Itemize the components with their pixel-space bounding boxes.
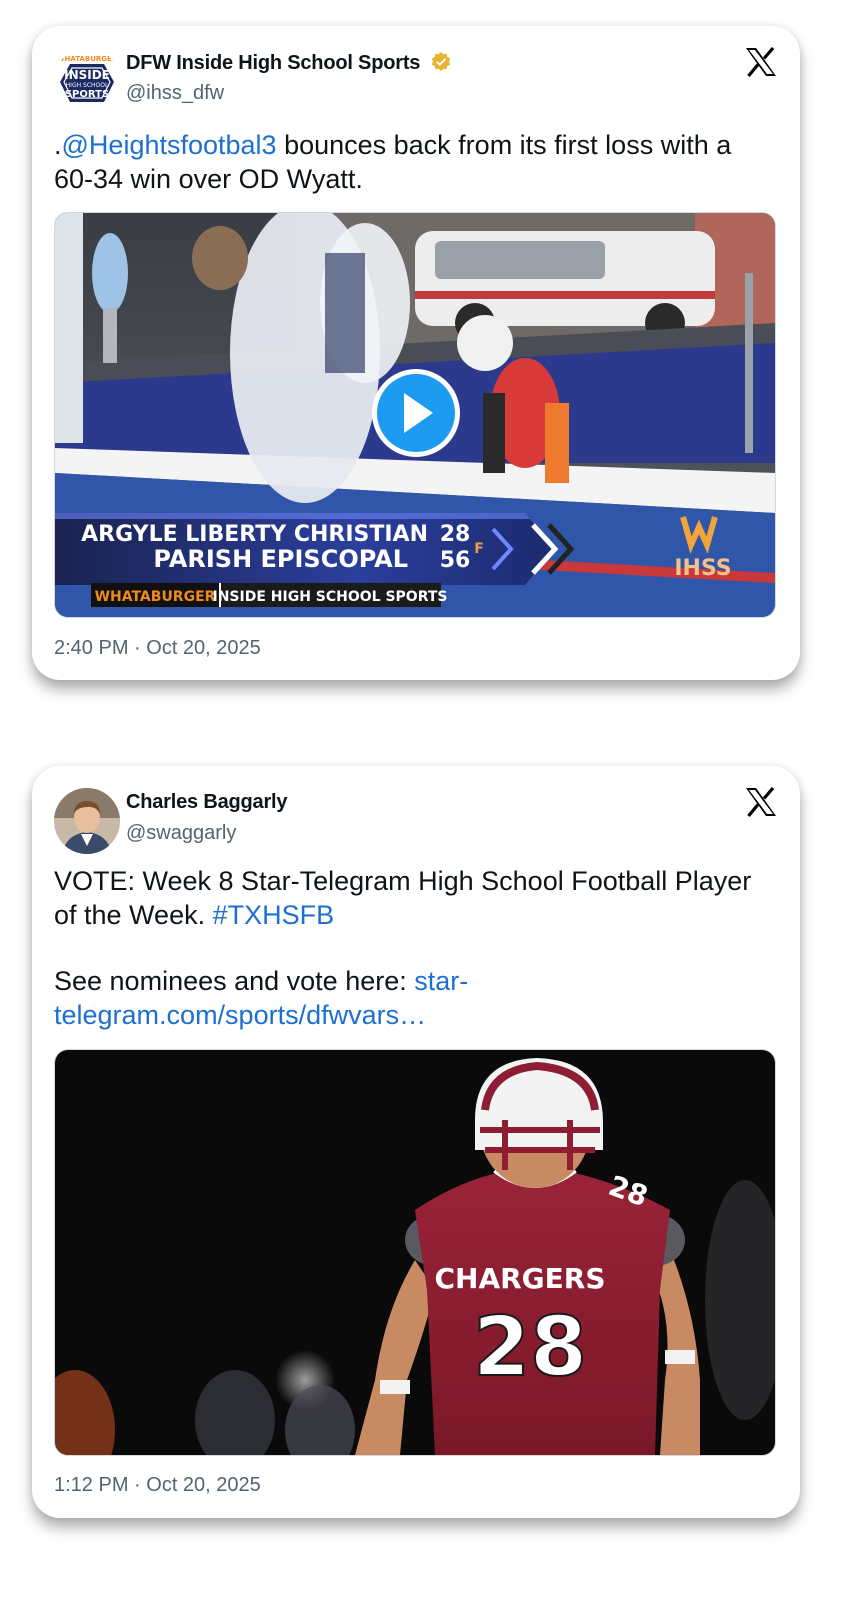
author-handle[interactable]: @ihss_dfw	[126, 82, 224, 105]
play-icon[interactable]	[372, 369, 460, 457]
tweet-text: .@Heightsfootbal3 bounces back from its …	[54, 128, 774, 196]
author-handle[interactable]: @swaggarly	[126, 822, 236, 845]
text-line1-rest: bounces back from its first loss with a	[276, 130, 732, 160]
tweet-text-line1: VOTE: Week 8 Star-Telegram High School F…	[54, 866, 752, 896]
author-name[interactable]: DFW Inside High School Sports	[126, 51, 452, 75]
mention-link[interactable]: @Heightsfootbal3	[62, 130, 277, 160]
video-player[interactable]: ARGYLE LIBERTY CHRISTIAN PARISH EPISCOPA…	[54, 212, 776, 618]
x-logo-icon[interactable]	[744, 46, 778, 78]
author-name[interactable]: Charles Baggarly	[126, 791, 288, 814]
score-value1: 28	[440, 522, 471, 547]
tweet-text-line2: 60-34 win over OD Wyatt.	[54, 164, 363, 194]
x-logo-icon[interactable]	[744, 786, 778, 818]
text-prefix: .	[54, 130, 62, 160]
author-name-text: Charles Baggarly	[126, 791, 288, 813]
article-link-part2[interactable]: telegram.com/sports/dfwvars…	[54, 998, 774, 1032]
tweet-text-line3: See nominees and vote here: star-	[54, 964, 774, 998]
text-spacer	[54, 932, 774, 964]
tweet-card-baggarly[interactable]: Charles Baggarly @swaggarly VOTE: Week 8…	[32, 766, 800, 1518]
avatar-logo-line2: HIGH SCHOOL	[66, 82, 109, 89]
hashtag-link[interactable]: #TXHSFB	[213, 900, 335, 930]
network-label: INSIDE HIGH SCHOOL SPORTS	[213, 589, 448, 605]
score-status: F	[474, 541, 484, 557]
jersey-team-text: CHARGERS	[434, 1262, 605, 1295]
tweet-card-ihss[interactable]: WHATABURGER INSIDE HIGH SCHOOL SPORTS DF…	[32, 26, 800, 680]
tweet-text: VOTE: Week 8 Star-Telegram High School F…	[54, 864, 774, 1032]
player-photo[interactable]: CHARGERS 28 28	[54, 1049, 776, 1456]
tweet-text-line2: of the Week. #TXHSFB	[54, 898, 774, 932]
score-value2: 56	[440, 548, 471, 573]
verified-badge-icon	[431, 52, 450, 71]
score-team2: PARISH EPISCOPAL	[153, 545, 408, 573]
avatar-logo-top: WHATABURGER	[57, 55, 118, 63]
avatar-logo-line3: SPORTS	[65, 89, 109, 100]
text-line3-plain: See nominees and vote here:	[54, 966, 415, 996]
tweet-timestamp[interactable]: 2:40 PM · Oct 20, 2025	[54, 637, 261, 660]
avatar-ihss[interactable]: WHATABURGER INSIDE HIGH SCHOOL SPORTS	[54, 48, 120, 114]
avatar-baggarly[interactable]	[54, 788, 120, 854]
jersey-number-text: 28	[473, 1300, 587, 1395]
text-line2-plain: of the Week.	[54, 900, 213, 930]
author-name-text: DFW Inside High School Sports	[126, 52, 421, 74]
sponsor-label: WHATABURGER	[95, 589, 216, 605]
tweet-text-line1: .@Heightsfootbal3 bounces back from its …	[54, 128, 774, 162]
score-team1: ARGYLE LIBERTY CHRISTIAN	[81, 522, 428, 547]
ihss-watermark: IHSS	[674, 556, 731, 581]
article-link-part1[interactable]: star-	[414, 966, 468, 996]
tweet-timestamp[interactable]: 1:12 PM · Oct 20, 2025	[54, 1474, 261, 1497]
avatar-logo-line1: INSIDE	[64, 68, 110, 82]
